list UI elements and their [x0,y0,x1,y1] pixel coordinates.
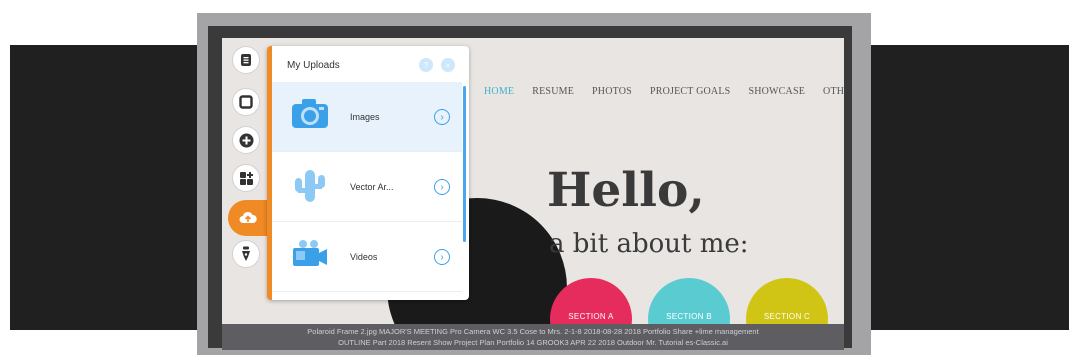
chevron-right-icon[interactable]: › [434,179,450,195]
apps-icon [239,171,253,185]
camera-icon [290,96,330,135]
uploads-item-vector-art[interactable]: Vector Ar... › [272,152,462,222]
draw-button[interactable] [232,240,260,268]
hero-subtitle: a bit about me: [549,229,749,259]
tool-rail [228,44,268,276]
close-button[interactable]: × [441,58,455,72]
nav-showcase[interactable]: SHOWCASE [748,86,805,97]
cactus-icon [290,166,330,211]
file-ticker: Polaroid Frame 2.jpg MAJOR'S MEETING Pro… [222,324,844,350]
section-c-circle[interactable]: SECTION C [746,278,828,328]
upload-cloud-icon [239,211,257,223]
nav-photos[interactable]: PHOTOS [592,86,632,97]
ticker-line-2: OUTLINE Part 2018 Resent Show Project Pl… [338,338,728,347]
images-label: Images [350,112,380,122]
my-uploads-button[interactable] [228,200,268,236]
nav-other[interactable]: OTHER [823,86,844,97]
help-button[interactable]: ? [419,58,433,72]
panel-scrollbar[interactable] [463,86,466,242]
video-camera-icon [290,236,330,277]
square-icon [239,95,253,109]
nav-resume[interactable]: RESUME [532,86,574,97]
apps-button[interactable] [232,164,260,192]
pages-button[interactable] [232,46,260,74]
nav-project-goals[interactable]: PROJECT GOALS [650,86,731,97]
plus-circle-icon [239,133,253,147]
add-button[interactable] [232,126,260,154]
nav-home[interactable]: HOME [484,86,514,97]
vector-art-label: Vector Ar... [350,182,394,192]
panel-title: My Uploads [287,60,340,71]
site-nav: HOME RESUME PHOTOS PROJECT GOALS SHOWCAS… [484,86,844,97]
ticker-line-1: Polaroid Frame 2.jpg MAJOR'S MEETING Pro… [307,327,759,336]
my-uploads-panel: My Uploads ? × Images › Vector Ar... › V… [267,46,469,300]
uploads-item-images[interactable]: Images › [272,82,462,152]
videos-label: Videos [350,252,378,262]
pen-icon [242,246,250,261]
chevron-right-icon[interactable]: › [434,109,450,125]
uploads-item-videos[interactable]: Videos › [272,222,462,292]
background-button[interactable] [232,88,260,116]
document-icon [241,54,251,66]
hero-heading: Hello, [547,163,705,218]
chevron-right-icon[interactable]: › [434,249,450,265]
section-b-circle[interactable]: SECTION B [648,278,730,328]
